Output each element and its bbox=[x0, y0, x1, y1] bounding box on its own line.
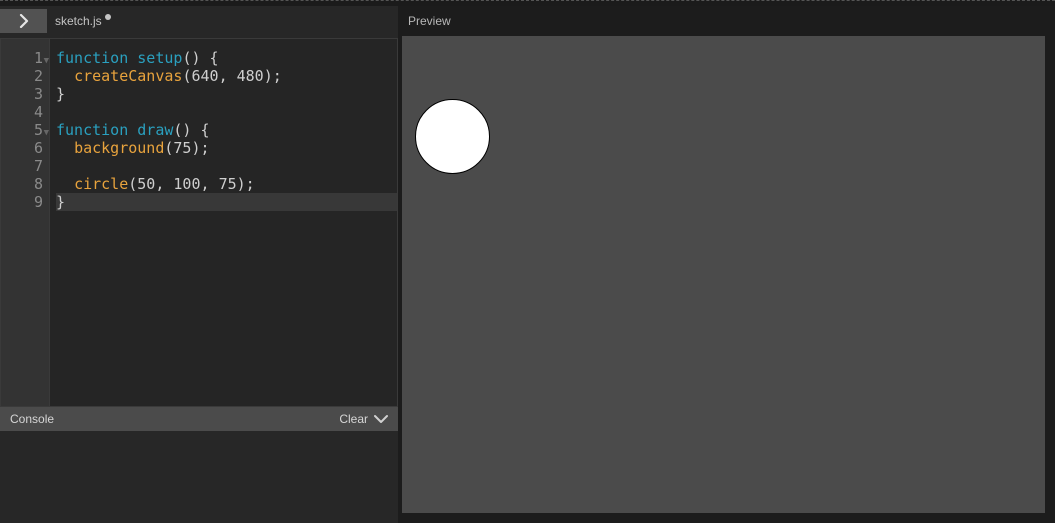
chevron-right-icon bbox=[17, 14, 31, 28]
run-button[interactable] bbox=[0, 9, 47, 33]
code-line[interactable]: } bbox=[56, 85, 397, 103]
code-editor[interactable]: 1▼2345▼6789 function setup() { createCan… bbox=[0, 38, 398, 407]
left-pane: sketch.js 1▼2345▼6789 function setup() {… bbox=[0, 6, 398, 523]
code-line[interactable] bbox=[56, 157, 397, 175]
preview-canvas bbox=[402, 36, 1045, 513]
clear-label: Clear bbox=[339, 412, 368, 426]
code-line[interactable]: } bbox=[56, 193, 397, 211]
app-shell: sketch.js 1▼2345▼6789 function setup() {… bbox=[0, 6, 1055, 523]
fold-icon[interactable]: ▼ bbox=[44, 52, 49, 70]
console-header: Console Clear bbox=[0, 407, 398, 431]
code-line[interactable] bbox=[56, 103, 397, 121]
preview-circle-shape bbox=[415, 99, 490, 174]
code-line[interactable]: function draw() { bbox=[56, 121, 397, 139]
code-line[interactable]: createCanvas(640, 480); bbox=[56, 67, 397, 85]
code-area[interactable]: function setup() { createCanvas(640, 480… bbox=[50, 39, 397, 406]
dirty-indicator-icon bbox=[105, 14, 111, 20]
console-clear-button[interactable]: Clear bbox=[339, 412, 388, 426]
preview-title: Preview bbox=[408, 14, 451, 28]
preview-header: Preview bbox=[398, 6, 1055, 36]
code-line[interactable]: background(75); bbox=[56, 139, 397, 157]
console-title: Console bbox=[10, 412, 54, 426]
right-pane: Preview bbox=[398, 6, 1055, 523]
file-tab[interactable]: sketch.js bbox=[55, 14, 111, 28]
line-gutter: 1▼2345▼6789 bbox=[1, 39, 50, 406]
fold-icon[interactable]: ▼ bbox=[44, 124, 49, 142]
file-name: sketch.js bbox=[55, 14, 102, 28]
code-line[interactable]: function setup() { bbox=[56, 49, 397, 67]
tab-bar: sketch.js bbox=[0, 6, 398, 36]
chevron-down-icon bbox=[374, 414, 388, 424]
console-output[interactable] bbox=[0, 431, 398, 523]
code-line[interactable]: circle(50, 100, 75); bbox=[56, 175, 397, 193]
preview-wrap bbox=[398, 36, 1055, 523]
